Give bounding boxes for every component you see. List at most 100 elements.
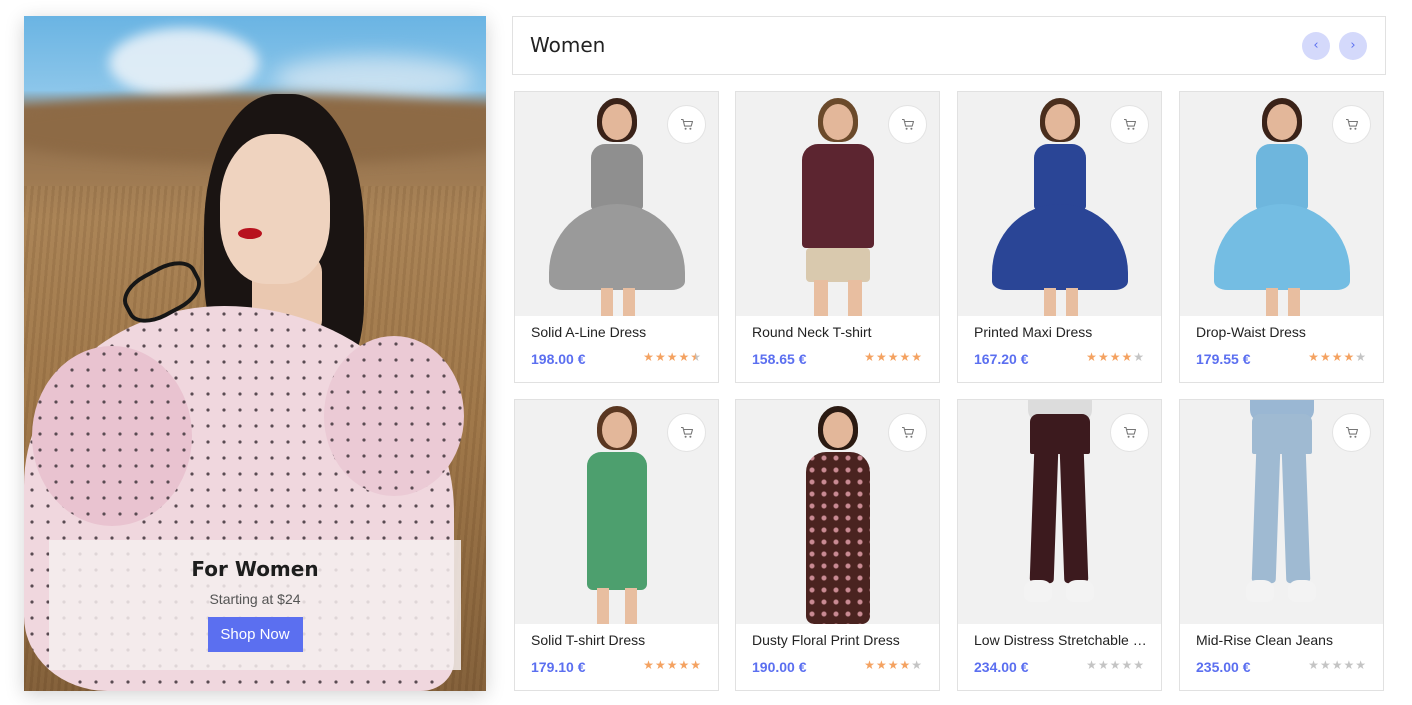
rating-star-icon: ★ xyxy=(1097,658,1109,672)
product-name[interactable]: Solid T-shirt Dress xyxy=(531,632,709,648)
rating-star-icon: ★ xyxy=(643,658,654,672)
product-name[interactable]: Mid-Rise Clean Jeans xyxy=(1196,632,1374,648)
rating-star-icon: ★ xyxy=(654,658,666,672)
product-image[interactable] xyxy=(958,400,1161,624)
product-rating: ★ ★ ★ ★ ★ xyxy=(1086,350,1144,364)
product-name[interactable]: Solid A-Line Dress xyxy=(531,324,709,340)
product-card[interactable]: Solid T-shirt Dress 179.10 € ★ ★ ★ ★ ★ xyxy=(514,399,719,691)
product-price: 158.65 € xyxy=(752,351,807,367)
product-price: 235.00 € xyxy=(1196,659,1251,675)
product-image[interactable] xyxy=(736,92,939,316)
rating-star-icon: ★ xyxy=(911,350,922,364)
product-card[interactable]: Drop-Waist Dress 179.55 € ★ ★ ★ ★ ★ xyxy=(1179,91,1384,383)
rating-star-icon: ★ xyxy=(690,350,701,364)
rating-star-icon: ★ xyxy=(1355,350,1366,364)
product-rating: ★ ★ ★ ★ ★ xyxy=(1308,658,1366,672)
rating-star-icon: ★ xyxy=(1097,350,1109,364)
rating-star-icon: ★ xyxy=(643,350,654,364)
product-rating: ★ ★ ★ ★ ★ xyxy=(1086,658,1144,672)
product-card[interactable]: Solid A-Line Dress 198.00 € ★ ★ ★ ★ ★ xyxy=(514,91,719,383)
rating-star-icon: ★ xyxy=(1086,658,1097,672)
product-rating: ★ ★ ★ ★ ★ xyxy=(643,658,701,672)
rating-star-icon: ★ xyxy=(864,658,875,672)
shop-now-button[interactable]: Shop Now xyxy=(207,617,303,652)
section-title: Women xyxy=(530,33,606,57)
add-to-cart-button[interactable] xyxy=(667,413,706,452)
add-to-cart-button[interactable] xyxy=(888,105,927,144)
product-name[interactable]: Dusty Floral Print Dress xyxy=(752,632,930,648)
rating-star-icon: ★ xyxy=(1319,658,1331,672)
product-card[interactable]: Printed Maxi Dress 167.20 € ★ ★ ★ ★ ★ xyxy=(957,91,1162,383)
rating-star-icon: ★ xyxy=(1121,350,1133,364)
rating-star-icon: ★ xyxy=(1331,350,1343,364)
banner-caption-box: For Women Starting at $24 Shop Now xyxy=(49,540,461,670)
rating-star-icon: ★ xyxy=(678,350,690,364)
product-image[interactable] xyxy=(515,92,718,316)
product-card[interactable]: Dusty Floral Print Dress 190.00 € ★ ★ ★ ★ ★ xyxy=(735,399,940,691)
rating-star-icon: ★ xyxy=(1109,658,1121,672)
product-image[interactable] xyxy=(1180,400,1383,624)
banner-subtitle: Starting at $24 xyxy=(209,591,301,607)
cart-icon xyxy=(1123,426,1137,439)
product-card[interactable]: Round Neck T-shirt 158.65 € ★ ★ ★ ★ ★ xyxy=(735,91,940,383)
rating-star-icon: ★ xyxy=(1133,350,1144,364)
banner-model-face xyxy=(220,134,330,284)
product-rating: ★ ★ ★ ★ ★ xyxy=(1308,350,1366,364)
add-to-cart-button[interactable] xyxy=(888,413,927,452)
product-rating: ★ ★ ★ ★ ★ xyxy=(643,350,701,364)
carousel-prev-button[interactable]: ‹ xyxy=(1302,32,1330,60)
rating-star-icon: ★ xyxy=(1086,350,1097,364)
banner-model-sleeve xyxy=(324,336,464,496)
rating-star-icon: ★ xyxy=(1343,350,1355,364)
product-name[interactable]: Drop-Waist Dress xyxy=(1196,324,1374,340)
rating-star-icon: ★ xyxy=(1319,350,1331,364)
rating-star-icon: ★ xyxy=(911,658,922,672)
product-name[interactable]: Low Distress Stretchable Jeans xyxy=(974,632,1152,648)
product-card[interactable]: Low Distress Stretchable Jeans 234.00 € ★ ★… xyxy=(957,399,1162,691)
product-price: 190.00 € xyxy=(752,659,807,675)
chevron-left-icon: ‹ xyxy=(1313,38,1319,53)
carousel-next-button[interactable]: › xyxy=(1339,32,1367,60)
cart-icon xyxy=(1123,118,1137,131)
banner-title: For Women xyxy=(191,557,319,581)
rating-star-icon: ★ xyxy=(666,350,678,364)
product-image[interactable] xyxy=(736,400,939,624)
add-to-cart-button[interactable] xyxy=(667,105,706,144)
product-image[interactable] xyxy=(515,400,718,624)
rating-star-icon: ★ xyxy=(887,658,899,672)
rating-star-icon: ★ xyxy=(875,658,887,672)
promo-banner: For Women Starting at $24 Shop Now xyxy=(24,16,486,691)
add-to-cart-button[interactable] xyxy=(1110,413,1149,452)
rating-star-icon: ★ xyxy=(899,658,911,672)
cart-icon xyxy=(1345,118,1359,131)
product-image[interactable] xyxy=(1180,92,1383,316)
rating-star-icon: ★ xyxy=(1121,658,1133,672)
add-to-cart-button[interactable] xyxy=(1332,413,1371,452)
product-card[interactable]: Mid-Rise Clean Jeans 235.00 € ★ ★ ★ ★ ★ xyxy=(1179,399,1384,691)
product-price: 179.55 € xyxy=(1196,351,1251,367)
banner-model-sleeve xyxy=(32,346,192,526)
rating-star-icon: ★ xyxy=(1355,658,1366,672)
banner-model-lips xyxy=(238,228,262,239)
product-image[interactable] xyxy=(958,92,1161,316)
rating-star-icon: ★ xyxy=(678,658,690,672)
cart-icon xyxy=(901,426,915,439)
cart-icon xyxy=(680,118,694,131)
product-price: 198.00 € xyxy=(531,351,586,367)
rating-star-icon: ★ xyxy=(899,350,911,364)
add-to-cart-button[interactable] xyxy=(1110,105,1149,144)
product-name[interactable]: Round Neck T-shirt xyxy=(752,324,930,340)
rating-star-icon: ★ xyxy=(1331,658,1343,672)
chevron-right-icon: › xyxy=(1350,38,1356,53)
rating-star-icon: ★ xyxy=(654,350,666,364)
rating-star-icon: ★ xyxy=(887,350,899,364)
section-header: Women ‹ › xyxy=(512,16,1386,75)
rating-star-icon: ★ xyxy=(864,350,875,364)
rating-star-icon: ★ xyxy=(690,658,701,672)
add-to-cart-button[interactable] xyxy=(1332,105,1371,144)
cart-icon xyxy=(1345,426,1359,439)
product-price: 234.00 € xyxy=(974,659,1029,675)
rating-star-icon: ★ xyxy=(666,658,678,672)
cart-icon xyxy=(901,118,915,131)
product-name[interactable]: Printed Maxi Dress xyxy=(974,324,1152,340)
